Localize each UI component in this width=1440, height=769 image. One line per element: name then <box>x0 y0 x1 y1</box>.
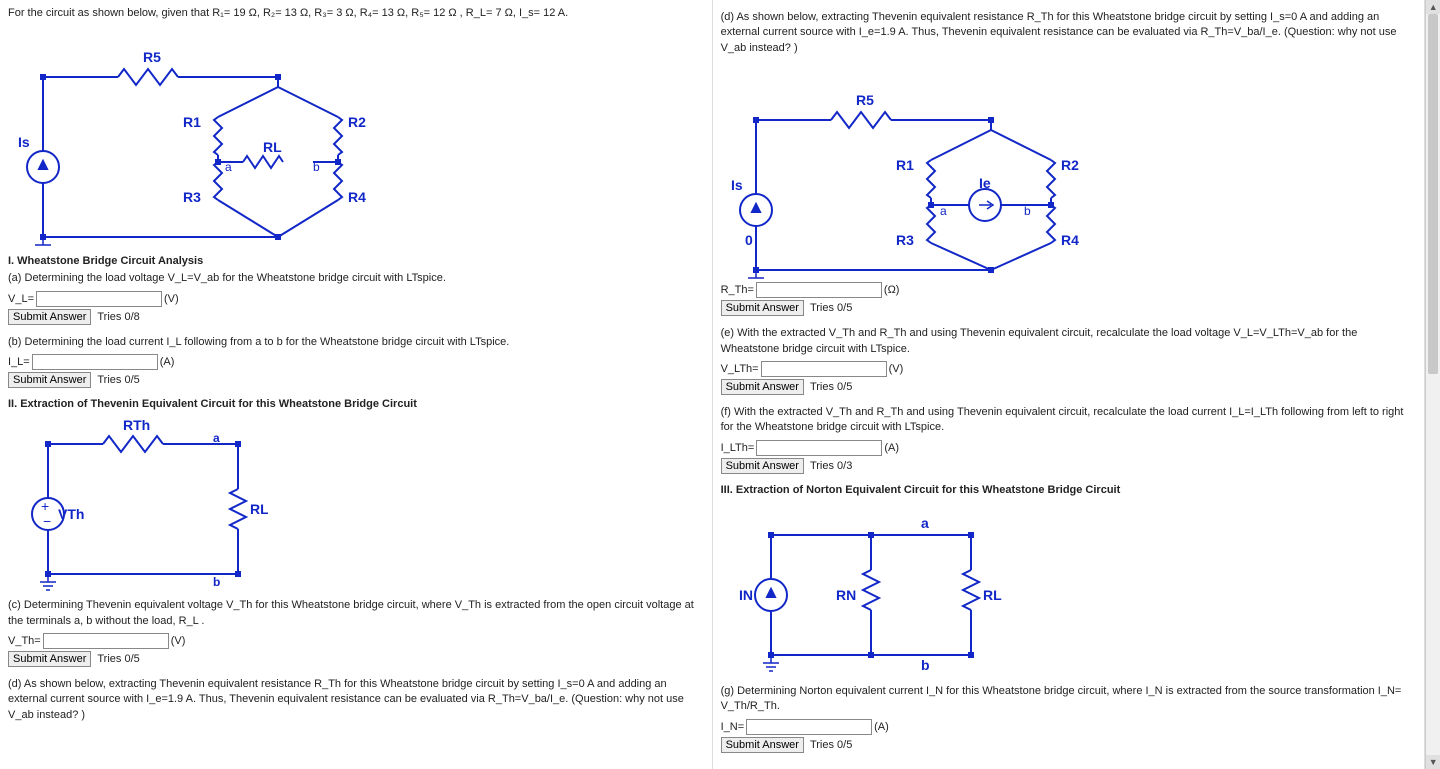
label-r1b: R1 <box>896 157 914 173</box>
wheatstone-circuit-diagram: R5 R1 R2 R3 R4 RL Is a b <box>8 27 368 247</box>
label-rl: RL <box>263 139 282 155</box>
label-rth: RTh <box>123 417 150 433</box>
label-b4: b <box>921 657 930 673</box>
qf-tries: Tries 0/3 <box>810 460 852 472</box>
intro-text: For the circuit as shown below, given th… <box>8 6 704 21</box>
left-column: For the circuit as shown below, given th… <box>0 0 713 769</box>
qa-input[interactable] <box>36 291 162 307</box>
section-3-heading: III. Extraction of Norton Equivalent Cir… <box>721 484 1417 496</box>
label-rl2: RL <box>250 501 268 517</box>
question-d-text-left: (d) As shown below, extracting Thevenin … <box>8 677 704 723</box>
label-rn: RN <box>836 587 856 603</box>
qe-submit-button[interactable]: Submit Answer <box>721 379 804 395</box>
label-a3: a <box>940 204 947 218</box>
question-d-text-right: (d) As shown below, extracting Thevenin … <box>721 10 1417 56</box>
qd-input[interactable] <box>756 282 882 298</box>
scroll-up-arrow-icon[interactable]: ▲ <box>1426 0 1440 14</box>
qa-unit: (V) <box>164 293 179 305</box>
qd-tries: Tries 0/5 <box>810 302 852 314</box>
qf-symbol: I_LTh= <box>721 442 755 454</box>
label-isb: Is <box>731 177 743 193</box>
label-rl3: RL <box>983 587 1002 603</box>
label-r5: R5 <box>143 49 161 65</box>
qd-unit: (Ω) <box>884 284 900 296</box>
qc-symbol: V_Th= <box>8 635 41 647</box>
label-in: IN <box>739 587 753 603</box>
qc-unit: (V) <box>171 635 186 647</box>
qg-tries: Tries 0/5 <box>810 739 852 751</box>
qf-submit-button[interactable]: Submit Answer <box>721 458 804 474</box>
qd-symbol: R_Th= <box>721 284 754 296</box>
label-r2: R2 <box>348 114 366 130</box>
qg-input[interactable] <box>746 719 872 735</box>
qb-unit: (A) <box>160 356 175 368</box>
label-b: b <box>313 160 320 174</box>
label-r5b: R5 <box>856 92 874 108</box>
label-a: a <box>225 160 232 174</box>
label-r1: R1 <box>183 114 201 130</box>
qd-submit-button[interactable]: Submit Answer <box>721 300 804 316</box>
label-ie: Ie <box>979 175 991 191</box>
label-a4: a <box>921 515 929 531</box>
qc-tries: Tries 0/5 <box>97 653 139 665</box>
qe-unit: (V) <box>889 363 904 375</box>
qf-input[interactable] <box>756 440 882 456</box>
label-r2b: R2 <box>1061 157 1079 173</box>
label-b2: b <box>213 575 220 589</box>
label-zero: 0 <box>745 232 753 248</box>
label-r3: R3 <box>183 189 201 205</box>
question-a-text: (a) Determining the load voltage V_L=V_a… <box>8 271 704 286</box>
qa-symbol: V_L= <box>8 293 34 305</box>
svg-text:−: − <box>43 513 51 529</box>
section-2-heading: II. Extraction of Thevenin Equivalent Ci… <box>8 398 704 410</box>
qb-tries: Tries 0/5 <box>97 374 139 386</box>
qb-submit-button[interactable]: Submit Answer <box>8 372 91 388</box>
qg-unit: (A) <box>874 721 889 733</box>
label-b3: b <box>1024 204 1031 218</box>
qb-input[interactable] <box>32 354 158 370</box>
qe-input[interactable] <box>761 361 887 377</box>
qg-symbol: I_N= <box>721 721 745 733</box>
qc-input[interactable] <box>43 633 169 649</box>
qe-tries: Tries 0/5 <box>810 381 852 393</box>
scroll-thumb[interactable] <box>1428 14 1438 374</box>
vertical-scrollbar[interactable]: ▲ ▼ <box>1425 0 1440 769</box>
svg-text:+: + <box>41 498 49 514</box>
label-vth: VTh <box>58 506 84 522</box>
qb-symbol: I_L= <box>8 356 30 368</box>
label-r4b: R4 <box>1061 232 1079 248</box>
question-b-text: (b) Determining the load current I_L fol… <box>8 335 704 350</box>
scroll-down-arrow-icon[interactable]: ▼ <box>1426 755 1440 769</box>
norton-circuit-diagram: IN RN RL a b <box>721 500 1021 680</box>
qg-submit-button[interactable]: Submit Answer <box>721 737 804 753</box>
question-g-text: (g) Determining Norton equivalent curren… <box>721 684 1417 715</box>
question-c-text: (c) Determining Thevenin equivalent volt… <box>8 598 704 629</box>
question-f-text: (f) With the extracted V_Th and R_Th and… <box>721 405 1417 436</box>
section-1-heading: I. Wheatstone Bridge Circuit Analysis <box>8 255 704 267</box>
rth-extraction-circuit-diagram: R5 R1 R2 R3 R4 Ie Is 0 a b <box>721 60 1081 280</box>
label-r3b: R3 <box>896 232 914 248</box>
label-a2: a <box>213 431 220 445</box>
qa-tries: Tries 0/8 <box>97 311 139 323</box>
right-column: (d) As shown below, extracting Thevenin … <box>713 0 1426 769</box>
qa-submit-button[interactable]: Submit Answer <box>8 309 91 325</box>
thevenin-circuit-diagram: + − RTh VTh RL a b <box>8 414 268 594</box>
qc-submit-button[interactable]: Submit Answer <box>8 651 91 667</box>
question-e-text: (e) With the extracted V_Th and R_Th and… <box>721 326 1417 357</box>
qe-symbol: V_LTh= <box>721 363 759 375</box>
qf-unit: (A) <box>884 442 899 454</box>
label-r4: R4 <box>348 189 366 205</box>
label-is: Is <box>18 134 30 150</box>
